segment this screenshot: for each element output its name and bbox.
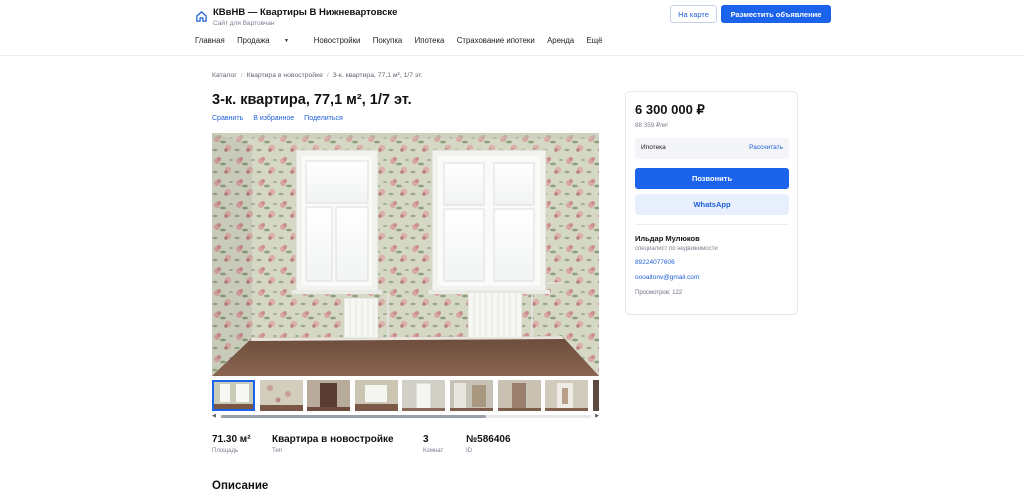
fact-value: 3 <box>423 434 429 445</box>
fact-area: 71.30 м² Площадь <box>212 434 272 454</box>
nav-item-home[interactable]: Главная <box>195 36 225 45</box>
breadcrumb: Каталог / Квартира в новостройке/3-к. квар… <box>212 72 423 79</box>
views-count: Просмотров: 122 <box>635 290 683 296</box>
scroll-left-icon[interactable]: ◀ <box>212 413 216 420</box>
price-per-m2: 88 359 ₽/м² <box>635 122 669 129</box>
breadcrumb-separator: / <box>326 72 329 79</box>
thumbnail-scrollbar[interactable]: ◀ ▶ <box>212 413 599 420</box>
favorite-link[interactable]: В избранное <box>253 115 294 122</box>
divider <box>635 224 789 225</box>
site-brand[interactable]: КВвНВ — Квартиры В Нижневартовске Сайт д… <box>195 3 397 28</box>
thumbnail[interactable] <box>449 380 493 411</box>
description-heading: Описание <box>212 480 269 492</box>
call-button[interactable]: Позвонить <box>635 168 789 189</box>
fact-label: Площадь <box>212 448 239 454</box>
fact-value: Квартира в новостройке <box>272 434 394 445</box>
fact-value: №586406 <box>466 434 511 445</box>
thumbnail[interactable] <box>354 380 398 411</box>
thumbnail[interactable] <box>402 380 446 411</box>
caret-down-icon: ▼ <box>284 38 289 44</box>
nav-item-new-buildings[interactable]: Новостройки <box>314 36 361 45</box>
thumbnail[interactable] <box>497 380 541 411</box>
compare-link[interactable]: Сравнить <box>212 115 243 122</box>
main-photo[interactable] <box>212 133 599 376</box>
thumbnail[interactable] <box>307 380 351 411</box>
scrollbar-thumb[interactable] <box>221 415 486 418</box>
agent-role: специалист по недвижимости <box>635 246 718 252</box>
fact-label: ID <box>466 448 472 454</box>
listing-actions: Сравнить В избранное Поделиться <box>212 115 353 122</box>
post-ad-button[interactable]: Разместить объявление <box>721 5 831 23</box>
breadcrumb-current: 3-к. квартира, 77,1 м², 1/7 эт. <box>332 72 423 79</box>
fact-value: 71.30 м² <box>212 434 251 445</box>
share-link[interactable]: Поделиться <box>304 115 343 122</box>
site-header: КВвНВ — Квартиры В Нижневартовске Сайт д… <box>0 0 1024 56</box>
mortgage-row: Ипотека Рассчитать <box>635 138 789 159</box>
breadcrumb-separator: / <box>240 72 243 79</box>
map-button[interactable]: На карте <box>670 5 717 23</box>
whatsapp-button[interactable]: WhatsApp <box>635 194 789 215</box>
breadcrumb-item[interactable]: Каталог <box>212 72 237 79</box>
thumbnail[interactable] <box>545 380 589 411</box>
nav-item-mortgage[interactable]: Ипотека <box>415 36 445 45</box>
nav-item-rent[interactable]: Аренда <box>547 36 574 45</box>
thumbnail[interactable] <box>592 380 599 411</box>
nav-item-more[interactable]: Ещё <box>587 36 603 45</box>
mortgage-label: Ипотека <box>641 144 666 151</box>
main-nav: Главная Продажа ▼ Новостройки Покупка Ипо… <box>195 36 615 45</box>
site-subtitle: Сайт для Вартовчан <box>213 20 275 27</box>
fact-rooms: 3 Комнат <box>423 434 466 454</box>
breadcrumb-item[interactable]: Квартира в новостройке <box>247 72 323 79</box>
thumbnail[interactable] <box>212 380 255 411</box>
thumbnail-strip <box>212 380 599 413</box>
fact-id: №586406 ID <box>466 434 536 454</box>
nav-item-sale-label: Продажа <box>237 36 270 45</box>
home-icon <box>196 11 207 22</box>
site-title: КВвНВ — Квартиры В Нижневартовске <box>213 7 398 18</box>
listing-facts: 71.30 м² Площадь Квартира в новостройке … <box>212 434 536 454</box>
fact-label: Комнат <box>423 448 444 454</box>
agent-phone-link[interactable]: 89224077606 <box>635 259 675 266</box>
scroll-right-icon[interactable]: ▶ <box>595 413 599 420</box>
listing-title: 3-к. квартира, 77,1 м², 1/7 эт. <box>212 92 412 108</box>
fact-type: Квартира в новостройке Тип <box>272 434 423 454</box>
fact-label: Тип <box>272 448 283 454</box>
nav-item-sale[interactable]: Продажа ▼ <box>237 36 301 45</box>
nav-item-mortgage-insurance[interactable]: Страхование ипотеки <box>457 36 535 45</box>
thumbnail[interactable] <box>259 380 303 411</box>
nav-item-purchase[interactable]: Покупка <box>373 36 402 45</box>
price-card: 6 300 000 ₽ 88 359 ₽/м² Ипотека Рассчита… <box>625 91 798 315</box>
price: 6 300 000 ₽ <box>635 102 705 117</box>
agent-email-link[interactable]: oooaltonv@gmail.com <box>635 274 699 281</box>
agent-name: Ильдар Мулюков <box>635 234 700 243</box>
mortgage-calc-link[interactable]: Рассчитать <box>749 144 783 151</box>
